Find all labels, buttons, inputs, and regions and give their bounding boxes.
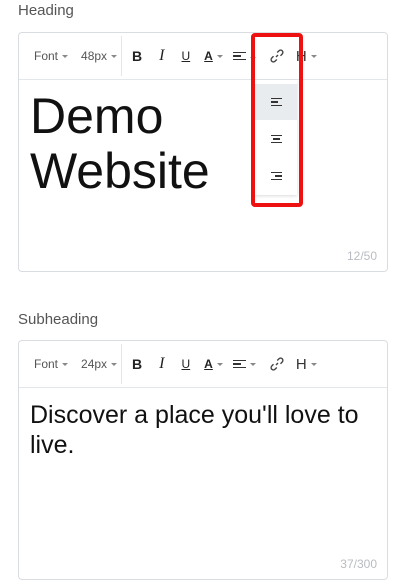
font-dropdown-label: Font <box>34 49 59 63</box>
font-size-label: 24px <box>81 357 108 371</box>
chevron-down-icon <box>111 54 118 58</box>
font-size-label: 48px <box>81 49 108 63</box>
text-color-label: A <box>204 49 213 63</box>
bold-button[interactable]: B <box>132 341 142 387</box>
chevron-down-icon <box>249 362 256 366</box>
subheading-char-counter: 37/300 <box>340 557 377 571</box>
toolbar-divider <box>121 344 123 384</box>
align-left-icon <box>232 359 246 369</box>
font-size-dropdown[interactable]: 24px <box>81 341 118 387</box>
heading-label: Heading <box>18 2 74 19</box>
chevron-down-icon <box>111 362 118 366</box>
subheading-text[interactable]: Discover a place you'll love to live. <box>30 400 360 460</box>
link-button[interactable] <box>270 341 284 387</box>
link-icon <box>270 357 284 371</box>
italic-button[interactable]: I <box>159 33 164 79</box>
text-color-dropdown[interactable]: A <box>204 33 223 79</box>
align-dropdown[interactable] <box>232 341 256 387</box>
italic-button[interactable]: I <box>159 341 164 387</box>
chevron-down-icon <box>62 362 69 366</box>
chevron-down-icon <box>62 54 69 58</box>
font-size-dropdown[interactable]: 48px <box>81 33 118 79</box>
underline-button[interactable]: U <box>182 33 191 79</box>
font-dropdown[interactable]: Font <box>34 341 69 387</box>
text-color-dropdown[interactable]: A <box>204 341 223 387</box>
align-left-icon <box>232 51 246 61</box>
subheading-toolbar: Font 24px B I U A H <box>19 341 387 388</box>
header-dropdown[interactable]: H <box>296 341 317 387</box>
toolbar-divider <box>121 36 123 76</box>
chevron-down-icon <box>216 54 223 58</box>
underline-button[interactable]: U <box>182 341 191 387</box>
subheading-editor: Font 24px B I U A H Discover a place you… <box>18 340 388 580</box>
heading-toolbar: Font 48px B I U A H <box>19 33 387 80</box>
bold-button[interactable]: B <box>132 33 142 79</box>
header-dropdown-label: H <box>295 355 307 373</box>
heading-char-counter: 12/50 <box>346 249 377 263</box>
font-dropdown-label: Font <box>34 357 59 371</box>
text-color-label: A <box>204 357 213 371</box>
chevron-down-icon <box>216 362 223 366</box>
heading-text[interactable]: Demo Website <box>30 89 275 199</box>
chevron-down-icon <box>310 362 317 366</box>
chevron-down-icon <box>310 54 317 58</box>
font-dropdown[interactable]: Font <box>34 33 69 79</box>
highlight-box <box>251 33 303 207</box>
heading-editor: Font 48px B I U A H Demo Website 12/50 <box>18 32 388 272</box>
subheading-label: Subheading <box>18 311 99 328</box>
